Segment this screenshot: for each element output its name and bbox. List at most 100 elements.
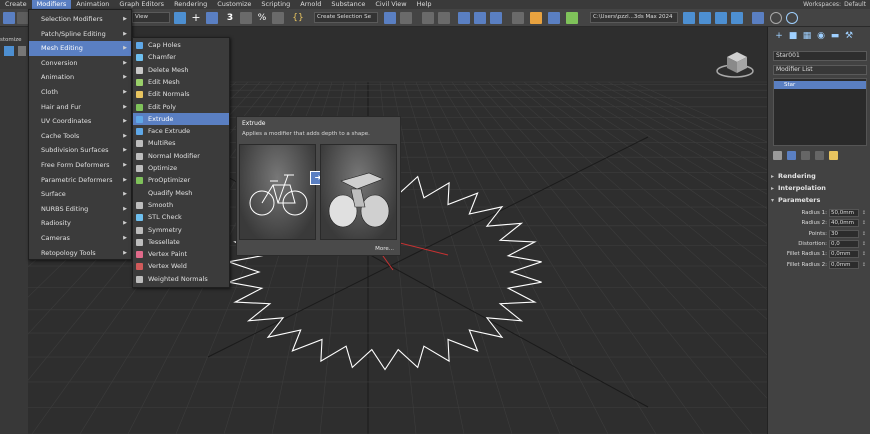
signin-icon[interactable] xyxy=(786,12,798,24)
display-tab-icon[interactable]: ▬ xyxy=(830,31,840,41)
submenu-item-cap-holes[interactable]: Cap Holes xyxy=(133,39,229,51)
modifiers-menu-item-nurbs-editing[interactable]: NURBS Editing ▶ xyxy=(29,202,131,217)
modify-tab-icon[interactable]: ■ xyxy=(788,31,798,41)
render-icon[interactable] xyxy=(548,12,560,24)
submenu-item-weighted-normals[interactable]: Weighted Normals xyxy=(133,273,229,285)
render-production-icon[interactable] xyxy=(566,12,578,24)
lock-icon[interactable] xyxy=(18,46,26,56)
spinner-icon[interactable]: ↕ xyxy=(862,209,866,218)
align-icon[interactable] xyxy=(400,12,412,24)
modifiers-menu-item-conversion[interactable]: Conversion ▶ xyxy=(29,56,131,71)
show-end-result-icon[interactable] xyxy=(787,151,796,160)
param-value-field[interactable]: 0,0mm xyxy=(829,260,859,269)
submenu-item-edit-poly[interactable]: Edit Poly xyxy=(133,101,229,113)
submenu-item-tessellate[interactable]: Tessellate xyxy=(133,236,229,248)
pin-stack-icon[interactable] xyxy=(773,151,782,160)
spinner-icon[interactable]: ↕ xyxy=(862,240,866,249)
project-open-icon[interactable] xyxy=(699,12,711,24)
project-settings-icon[interactable] xyxy=(731,12,743,24)
modifiers-menu-item-free-form-deformers[interactable]: Free Form Deformers ▶ xyxy=(29,158,131,173)
modifiers-menu-item-subdivision-surfaces[interactable]: Subdivision Surfaces ▶ xyxy=(29,143,131,158)
submenu-item-vertex-paint[interactable]: Vertex Paint xyxy=(133,248,229,260)
param-value-field[interactable]: 0,0mm xyxy=(829,250,859,259)
toggle-ribbon-icon[interactable] xyxy=(438,12,450,24)
motion-tab-icon[interactable]: ◉ xyxy=(816,31,826,41)
modifiers-menu-item-selection-modifiers[interactable]: Selection Modifiers ▶ xyxy=(29,12,131,27)
spinner-icon[interactable]: ↕ xyxy=(862,261,866,270)
submenu-item-quadify-mesh[interactable]: Quadify Mesh xyxy=(133,187,229,199)
modifiers-menu-item-patch-spline-editing[interactable]: Patch/Spline Editing ▶ xyxy=(29,27,131,42)
submenu-item-symmetry[interactable]: Symmetry xyxy=(133,224,229,236)
modifiers-menu-item-mesh-editing[interactable]: Mesh Editing ▶ xyxy=(29,41,131,56)
menu-arnold[interactable]: Arnold xyxy=(295,0,326,9)
view-dropdown[interactable]: View xyxy=(132,12,170,23)
time-icon[interactable] xyxy=(770,12,782,24)
modifiers-menu-item-retopology-tools[interactable]: Retopology Tools ▶ xyxy=(29,246,131,261)
modifiers-menu-item-radiosity[interactable]: Radiosity ▶ xyxy=(29,216,131,231)
submenu-item-chamfer[interactable]: Chamfer xyxy=(133,51,229,63)
menu-customize[interactable]: Customize xyxy=(212,0,256,9)
submenu-item-vertex-weld[interactable]: Vertex Weld xyxy=(133,260,229,272)
crosshair-icon[interactable]: + xyxy=(190,12,202,24)
selection-set-dropdown[interactable]: Create Selection Se xyxy=(314,12,378,23)
project-save-icon[interactable] xyxy=(715,12,727,24)
submenu-item-edit-mesh[interactable]: Edit Mesh xyxy=(133,76,229,88)
spinner-snap-icon[interactable] xyxy=(272,12,284,24)
modifiers-menu-item-cameras[interactable]: Cameras ▶ xyxy=(29,231,131,246)
rollout-rendering[interactable]: Rendering xyxy=(771,172,868,181)
material-editor-icon[interactable] xyxy=(490,12,502,24)
menu-rendering[interactable]: Rendering xyxy=(169,0,212,9)
tooltip-more-link[interactable]: More... xyxy=(375,246,394,252)
spinner-icon[interactable]: ↕ xyxy=(862,219,866,228)
submenu-item-multires[interactable]: MultiRes xyxy=(133,137,229,149)
curve-editor-icon[interactable] xyxy=(458,12,470,24)
remove-modifier-icon[interactable] xyxy=(815,151,824,160)
modifiers-menu-item-parametric-deformers[interactable]: Parametric Deformers ▶ xyxy=(29,173,131,188)
modifiers-menu-item-uv-coordinates[interactable]: UV Coordinates ▶ xyxy=(29,114,131,129)
snap-3d-icon[interactable]: 3 xyxy=(224,12,236,24)
workspace-value[interactable]: Default xyxy=(844,1,866,8)
menu-civil-view[interactable]: Civil View xyxy=(370,0,411,9)
percent-snap-icon[interactable]: % xyxy=(256,12,268,24)
angle-snap-icon[interactable] xyxy=(240,12,252,24)
submenu-item-normal-modifier[interactable]: Normal Modifier xyxy=(133,150,229,162)
workspace-selector[interactable]: Workspaces: Default xyxy=(803,0,866,9)
scale-icon[interactable] xyxy=(206,12,218,24)
mirror-icon[interactable] xyxy=(384,12,396,24)
menu-modifiers[interactable]: Modifiers xyxy=(31,0,72,9)
create-tab-icon[interactable]: + xyxy=(774,31,784,41)
param-value-field[interactable]: 40,0mm xyxy=(829,219,859,228)
layer-explorer-icon[interactable] xyxy=(422,12,434,24)
submenu-item-prooptimizer[interactable]: ProOptimizer xyxy=(133,174,229,186)
modifier-list-dropdown[interactable]: Modifier List xyxy=(773,65,867,75)
menu-animation[interactable]: Animation xyxy=(71,0,114,9)
submenu-item-stl-check[interactable]: STL Check xyxy=(133,211,229,223)
utilities-tab-icon[interactable]: ⚒ xyxy=(844,31,854,41)
render-frame-icon[interactable] xyxy=(530,12,542,24)
menu-graph-editors[interactable]: Graph Editors xyxy=(114,0,169,9)
spinner-icon[interactable]: ↕ xyxy=(862,230,866,239)
command-panel-toggle-icon[interactable] xyxy=(752,12,764,24)
submenu-item-delete-mesh[interactable]: Delete Mesh xyxy=(133,64,229,76)
menu-create[interactable]: Create xyxy=(0,0,32,9)
modifiers-menu-item-cloth[interactable]: Cloth ▶ xyxy=(29,85,131,100)
stack-item-star[interactable]: Star xyxy=(774,81,866,89)
schematic-view-icon[interactable] xyxy=(474,12,486,24)
menu-scripting[interactable]: Scripting xyxy=(256,0,295,9)
modifier-stack[interactable]: Star xyxy=(773,78,867,146)
modifiers-menu-item-cache-tools[interactable]: Cache Tools ▶ xyxy=(29,129,131,144)
submenu-item-edit-normals[interactable]: Edit Normals xyxy=(133,88,229,100)
configure-sets-icon[interactable] xyxy=(829,151,838,160)
project-path-field[interactable]: C:\Users\pzzl...3ds Max 2024 xyxy=(590,12,678,23)
spinner-icon[interactable]: ↕ xyxy=(862,250,866,259)
menu-substance[interactable]: Substance xyxy=(326,0,370,9)
rollout-interpolation[interactable]: Interpolation xyxy=(771,184,868,193)
project-folder-icon[interactable] xyxy=(683,12,695,24)
submenu-item-extrude[interactable]: Extrude xyxy=(133,112,229,126)
make-unique-icon[interactable] xyxy=(801,151,810,160)
filter-icon[interactable] xyxy=(4,46,14,56)
move-icon[interactable] xyxy=(174,12,186,24)
param-value-field[interactable]: 50,0mm xyxy=(829,209,859,217)
rollout-parameters[interactable]: Parameters xyxy=(771,196,868,205)
modifiers-menu-item-hair-and-fur[interactable]: Hair and Fur ▶ xyxy=(29,100,131,115)
